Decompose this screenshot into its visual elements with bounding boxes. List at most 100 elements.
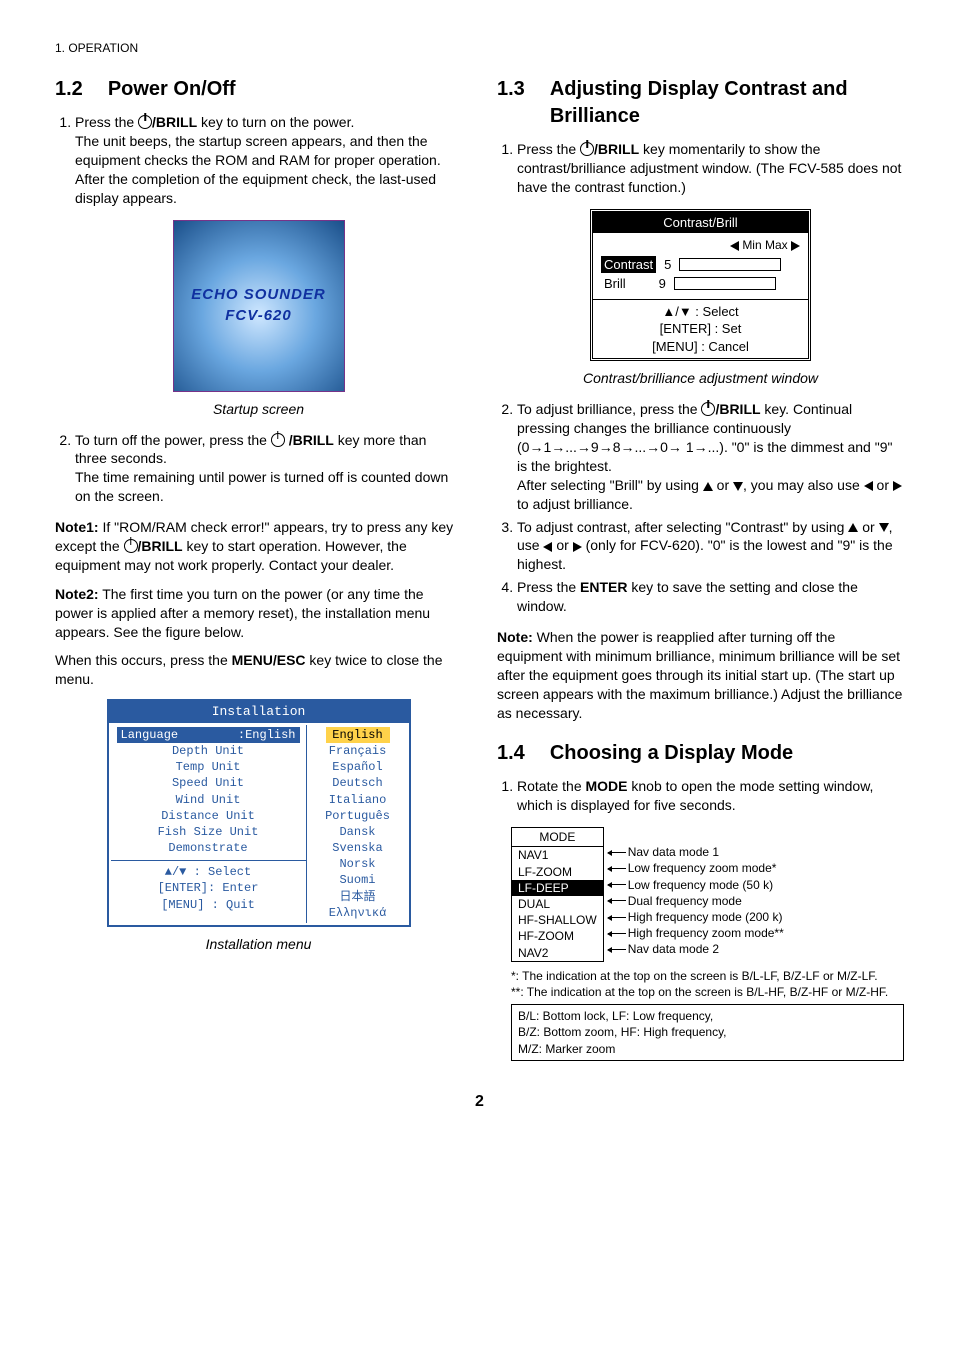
s13-steps-2: To adjust brilliance, press the /BRILL k… [497,400,904,616]
mode-desc-text: Low frequency mode (50 k) [628,877,773,893]
lang-item: Deutsch [313,775,403,791]
foot-line: [MENU] : Quit [117,897,300,913]
s13-steps: Press the /BRILL key momentarily to show… [497,140,904,197]
triangle-left-icon [864,481,873,491]
note2: Note2: The first time you turn on the po… [55,585,462,642]
s14-step1: Rotate the MODE knob to open the mode se… [517,777,904,815]
mode-figure: MODE NAV1LF-ZOOMLF-DEEPDUALHF-SHALLOWHF-… [511,827,904,962]
triangle-down-icon [733,482,743,491]
lang-item: Norsk [313,856,403,872]
footnote-2: **: The indication at the top on the scr… [511,984,904,1000]
lang-item: Português [313,808,403,824]
page-header: 1. OPERATION [55,40,904,56]
note2-cont: When this occurs, press the MENU/ESC key… [55,651,462,689]
startup-line2: FCV-620 [225,306,291,326]
s13-step1: Press the /BRILL key momentarily to show… [517,140,904,197]
mode-desc-text: Dual frequency mode [628,893,742,909]
arrow-left-icon [608,868,626,869]
mode-desc-line: High frequency mode (200 k) [608,909,784,925]
mode-desc-line: Nav data mode 1 [608,844,784,860]
install-title: Installation [109,701,409,723]
power-icon [124,539,138,553]
lang-item: Suomi [313,872,403,888]
mode-item: NAV2 [512,945,603,961]
mode-items: NAV1LF-ZOOMLF-DEEPDUALHF-SHALLOWHF-ZOOMN… [512,847,603,960]
contrast-value: 5 [664,256,671,274]
s14-steps: Rotate the MODE knob to open the mode se… [497,777,904,815]
install-left: Language :English Depth Unit Temp Unit S… [111,725,307,923]
install-item: Depth Unit [117,743,300,759]
triangle-left-icon [543,542,552,552]
step2-p2: After selecting "Brill" by using or , yo… [517,476,904,514]
cb-body: Min Max Contrast 5 Brill 9 [593,233,808,298]
min-max-row: Min Max [601,237,800,253]
arrow-left-icon [608,917,626,918]
lang-item: Dansk [313,824,403,840]
brill-key: /BRILL [138,538,183,554]
power-icon [580,142,594,156]
s12-steps: Press the /BRILL key to turn on the powe… [55,113,462,207]
right-column: 1.3 Adjusting Display Contrast and Brill… [497,76,904,1061]
installation-figure: Installation Language :English Depth Uni… [55,699,462,927]
install-item: Demonstrate [117,840,300,856]
lang-value: :English [238,727,296,743]
s13-step2: To adjust brilliance, press the /BRILL k… [517,400,904,513]
triangle-down-icon [879,523,889,532]
mode-list-box: MODE NAV1LF-ZOOMLF-DEEPDUALHF-SHALLOWHF-… [511,827,604,962]
power-icon [138,115,152,129]
text: Press the [517,141,580,157]
install-item: Speed Unit [117,775,300,791]
mode-item: LF-DEEP [512,880,603,896]
mode-item: HF-SHALLOW [512,912,603,928]
mode-desc-text: Nav data mode 2 [628,941,719,957]
lang-item: Svenska [313,840,403,856]
lang-item: Ελληνικά [313,905,403,921]
mode-desc-line: High frequency zoom mode** [608,925,784,941]
text: The first time you turn on the power (or… [55,586,430,640]
install-item: Wind Unit [117,792,300,808]
text: Rotate the [517,778,586,794]
arrow-left-icon [608,933,626,934]
page-number: 2 [55,1091,904,1113]
two-column-layout: 1.2 Power On/Off Press the /BRILL key to… [55,76,904,1061]
mode-knob: MODE [586,778,628,794]
s13-step4: Press the ENTER key to save the setting … [517,578,904,616]
footnote-1: *: The indication at the top on the scre… [511,968,904,984]
brill-value: 9 [659,275,666,293]
mode-item: DUAL [512,896,603,912]
triangle-right-icon [791,241,800,251]
cb-footer: ▲/▼ : Select [ENTER] : Set [MENU] : Canc… [593,299,808,359]
legend-line: B/L: Bottom lock, LF: Low frequency, [518,1008,897,1024]
install-item: Temp Unit [117,759,300,775]
minmax-text: Min Max [742,238,787,252]
enter-key: ENTER [580,579,627,595]
text: to adjust brilliance. [517,496,633,512]
contrast-brill-figure: Contrast/Brill Min Max Contrast 5 Brill … [497,209,904,361]
section-number: 1.4 [497,740,525,767]
foot-line: [MENU] : Cancel [601,338,800,356]
contrast-row: Contrast 5 [601,256,800,274]
brill-label: Brill [601,275,629,293]
s13-note: Note: When the power is reapplied after … [497,628,904,722]
text: Press the [517,579,580,595]
mode-desc-line: Low frequency mode (50 k) [608,877,784,893]
cb-title: Contrast/Brill [593,212,808,234]
foot-line: [ENTER] : Set [601,320,800,338]
mode-desc-text: High frequency mode (200 k) [628,909,783,925]
legend-line: B/Z: Bottom zoom, HF: High frequency, [518,1024,897,1040]
text: When the power is reapplied after turnin… [497,629,902,721]
startup-figure: ECHO SOUNDER FCV-620 [55,220,462,392]
brill-key: /BRILL [715,401,760,417]
lang-item: Français [313,743,403,759]
contrast-label: Contrast [601,256,656,274]
text: , you may also use [743,477,864,493]
install-item: Distance Unit [117,808,300,824]
note2-label: Note2: [55,586,99,602]
triangle-up-icon [703,482,713,491]
text: When this occurs, press the [55,652,232,668]
install-footer: ▲/▼ : Select [ENTER]: Enter [MENU] : Qui… [111,860,306,916]
text: To turn off the power, press the [75,432,271,448]
text: To adjust brilliance, press the [517,401,701,417]
triangle-right-icon [573,542,582,552]
step1-para: The unit beeps, the startup screen appea… [75,132,462,208]
